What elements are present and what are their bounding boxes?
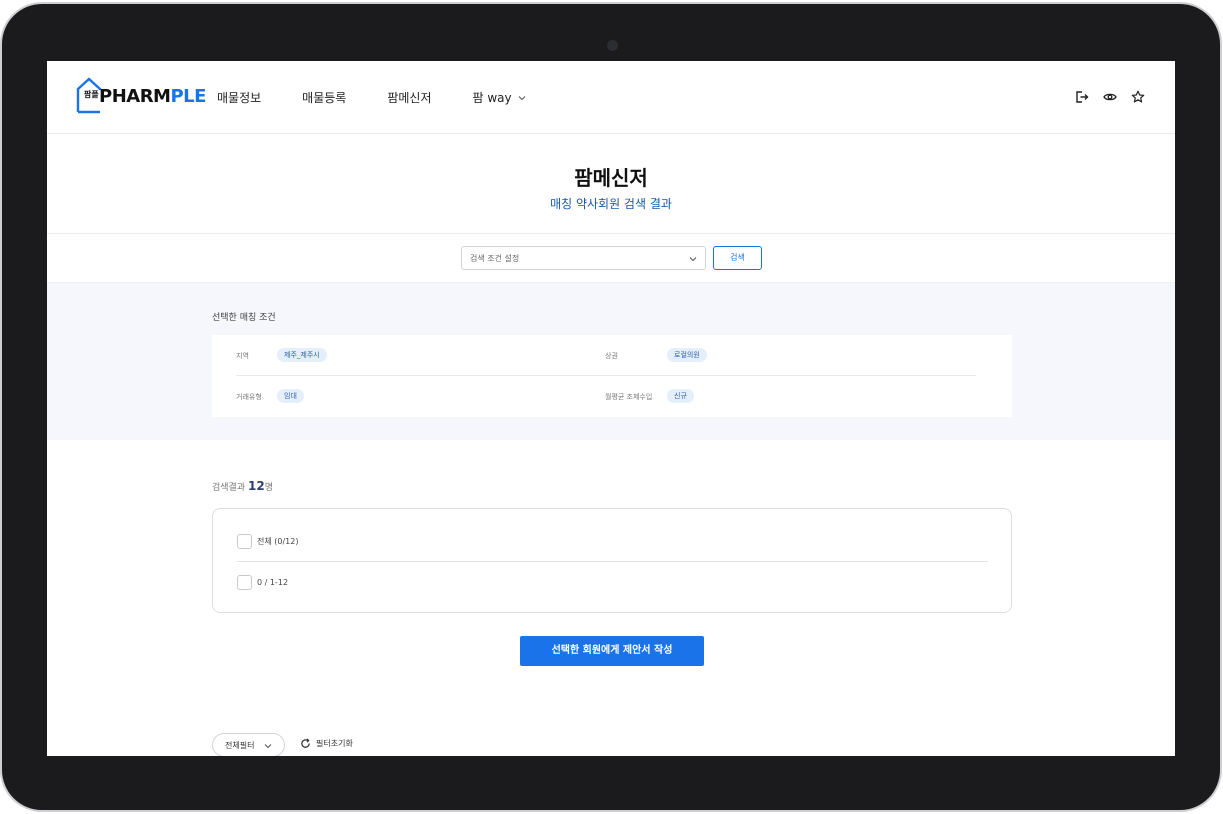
condition-row: 지역 제주_제주시 상권 로컬의원 — [236, 346, 976, 366]
condition-key-region: 지역 — [236, 352, 249, 360]
chip-deal-type: 임대 — [277, 389, 304, 403]
result-count-label: 검색결과 12명 — [212, 479, 273, 493]
condition-row: 거래유형 임대 월평균 조제수입 신규 — [236, 387, 976, 407]
page-subtitle: 매칭 약사회원 검색 결과 — [550, 197, 672, 211]
range-checkbox[interactable] — [237, 574, 252, 590]
results-divider — [237, 561, 988, 562]
nav-pharm-messenger[interactable]: 팜메신저 — [387, 89, 431, 106]
nav-pharm-way[interactable]: 팜 way — [473, 89, 526, 106]
star-icon[interactable] — [1131, 90, 1145, 104]
search-button[interactable]: 검색 — [713, 246, 762, 270]
condition-divider — [236, 375, 976, 376]
chevron-down-icon — [689, 257, 697, 262]
chip-region: 제주_제주시 — [277, 348, 327, 362]
search-condition-select[interactable]: 검색 조건 설정 — [461, 246, 706, 270]
camera-dot — [607, 40, 618, 51]
select-all-row: 전체 (0/12) — [237, 533, 298, 549]
logo-wordmark: PHARMPLE — [99, 86, 206, 107]
select-all-checkbox[interactable] — [237, 533, 252, 549]
range-row: 0 / 1-12 — [237, 574, 288, 590]
chevron-down-icon — [264, 744, 272, 749]
condition-key-monthly-income: 월평균 조제수입 — [605, 393, 653, 401]
all-filter-dropdown[interactable]: 전체필터 — [212, 733, 285, 756]
page-title: 팜메신저 — [574, 166, 648, 190]
pharmple-logo[interactable]: 팜플 PHARMPLE — [76, 76, 206, 116]
logout-icon[interactable] — [1075, 90, 1089, 104]
condition-key-district: 상권 — [605, 352, 618, 360]
range-label: 0 / 1-12 — [257, 577, 289, 587]
chevron-down-icon — [518, 95, 525, 100]
write-proposal-button[interactable]: 선택한 회원에게 제안서 작성 — [520, 636, 704, 666]
select-value: 검색 조건 설정 — [470, 254, 520, 263]
header-actions — [1061, 90, 1145, 104]
condition-key-deal-type: 거래유형 — [236, 393, 262, 401]
conditions-box: 지역 제주_제주시 상권 로컬의원 거래유형 임대 월평균 조제수입 신규 — [212, 335, 1012, 417]
nav-property-info[interactable]: 매물정보 — [217, 89, 261, 106]
conditions-label: 선택한 매칭 조건 — [212, 313, 276, 323]
logo-korean-mark: 팜플 — [84, 90, 99, 99]
result-count: 12 — [248, 479, 265, 493]
chip-district: 로컬의원 — [667, 348, 707, 362]
conditions-section: 선택한 매칭 조건 지역 제주_제주시 상권 로컬의원 거래유형 임대 월평균 … — [47, 282, 1175, 440]
filter-reset-button[interactable]: 필터초기화 — [300, 738, 353, 749]
results-box: 전체 (0/12) 0 / 1-12 — [212, 508, 1012, 613]
main-nav: 매물정보 매물등록 팜메신저 팜 way — [217, 89, 567, 106]
nav-property-register[interactable]: 매물등록 — [302, 89, 346, 106]
top-header: 팜플 PHARMPLE 매물정보 매물등록 팜메신저 팜 way — [47, 61, 1175, 134]
eye-icon[interactable] — [1103, 90, 1117, 104]
refresh-icon — [301, 738, 310, 748]
chip-monthly-income: 신규 — [667, 389, 694, 403]
divider — [47, 233, 1175, 234]
select-all-label: 전체 (0/12) — [257, 536, 299, 546]
app-screen: 팜플 PHARMPLE 매물정보 매물등록 팜메신저 팜 way 팜메신저 매칭… — [47, 61, 1175, 756]
